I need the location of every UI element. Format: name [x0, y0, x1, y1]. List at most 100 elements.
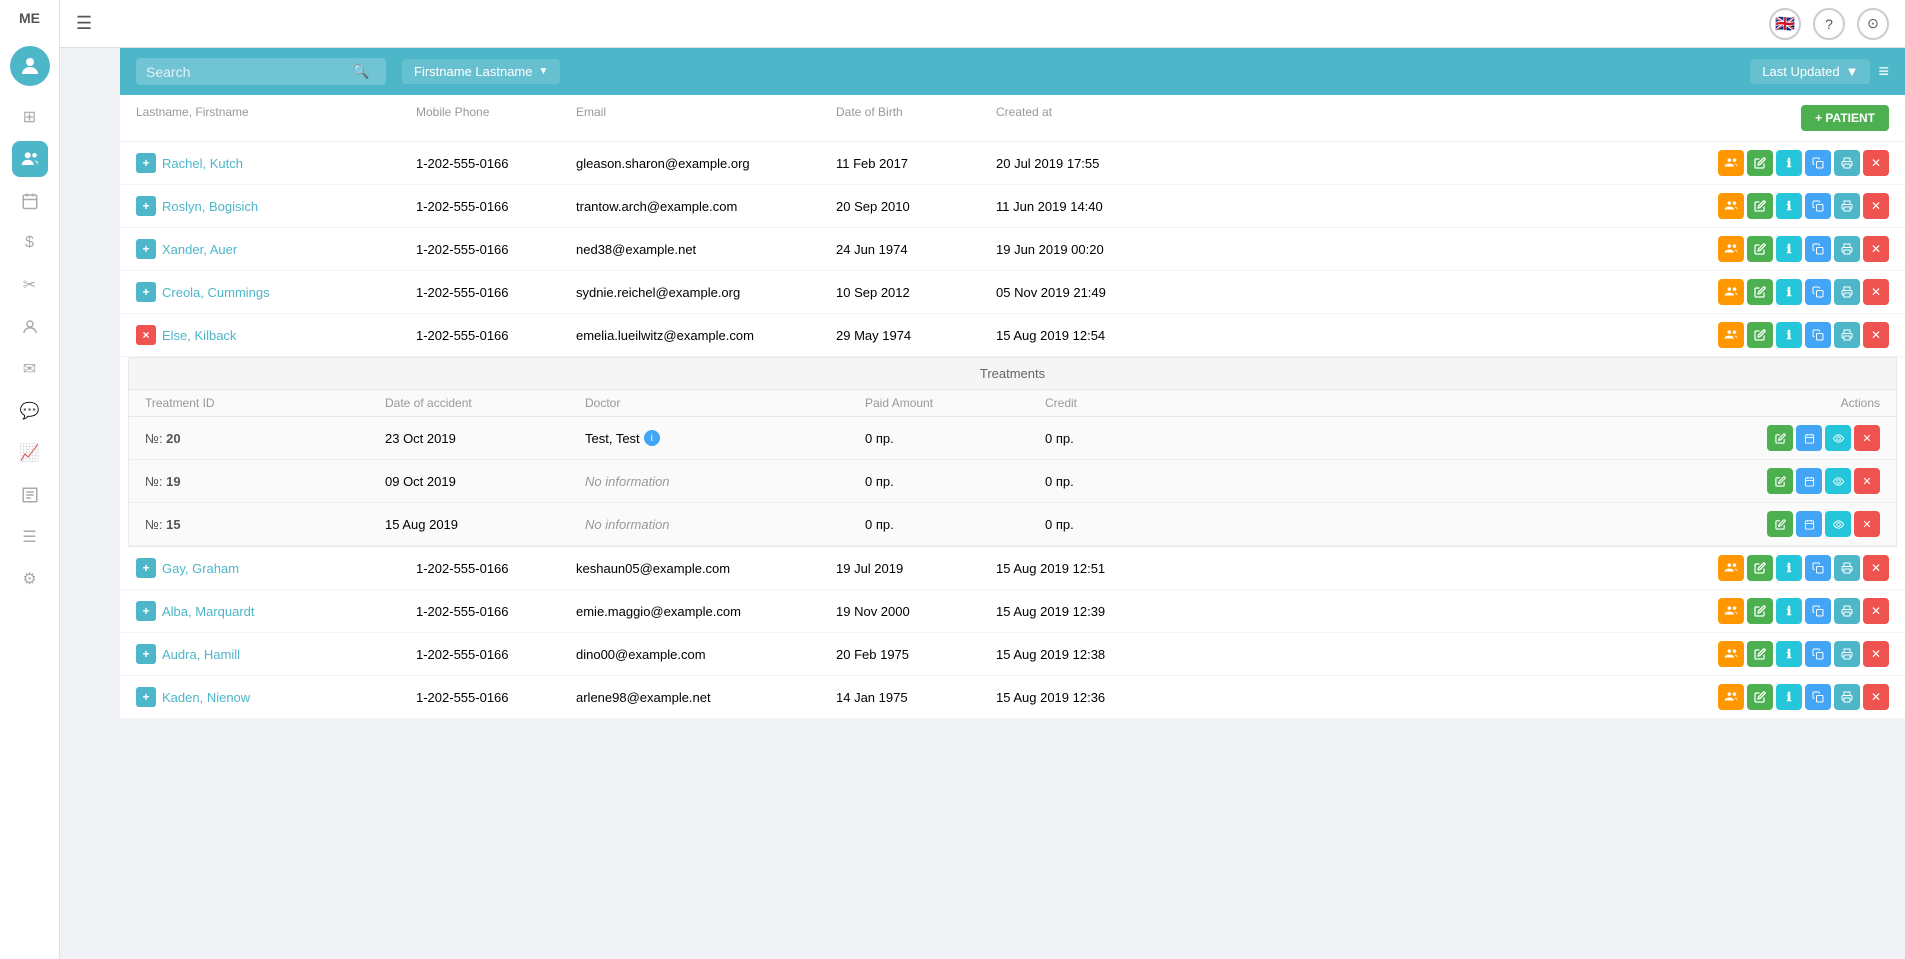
treatment-edit-button[interactable]	[1767, 511, 1793, 537]
info-button[interactable]: ℹ	[1776, 236, 1802, 262]
patient-name-link[interactable]: Creola, Cummings	[162, 285, 270, 300]
treatment-edit-button[interactable]	[1767, 468, 1793, 494]
treatment-view-button[interactable]	[1825, 425, 1851, 451]
print-button[interactable]	[1834, 322, 1860, 348]
expand-button[interactable]: +	[136, 239, 156, 259]
analytics-icon[interactable]: 📈	[12, 435, 48, 471]
filter-icon[interactable]: ≡	[1878, 61, 1889, 82]
billing-icon[interactable]: $	[12, 225, 48, 261]
expand-button[interactable]: +	[136, 558, 156, 578]
edit-button[interactable]	[1747, 641, 1773, 667]
add-patient-button[interactable]: + PATIENT	[1801, 105, 1889, 131]
group-button[interactable]	[1718, 193, 1744, 219]
treatment-delete-button[interactable]: ✕	[1854, 425, 1880, 451]
language-button[interactable]: 🇬🇧	[1769, 8, 1801, 40]
delete-button[interactable]: ✕	[1863, 684, 1889, 710]
patient-name-link[interactable]: Kaden, Nienow	[162, 690, 250, 705]
treatment-calendar-button[interactable]	[1796, 511, 1822, 537]
edit-button[interactable]	[1747, 236, 1773, 262]
treatment-delete-button[interactable]: ✕	[1854, 468, 1880, 494]
info-button[interactable]: ℹ	[1776, 641, 1802, 667]
delete-button[interactable]: ✕	[1863, 150, 1889, 176]
info-button[interactable]: ℹ	[1776, 684, 1802, 710]
search-input[interactable]	[146, 64, 346, 80]
info-button[interactable]: ℹ	[1776, 555, 1802, 581]
info-button[interactable]: ℹ	[1776, 279, 1802, 305]
group-button[interactable]	[1718, 236, 1744, 262]
print-button[interactable]	[1834, 279, 1860, 305]
last-updated-dropdown[interactable]: Last Updated ▼	[1750, 59, 1870, 84]
print-button[interactable]	[1834, 641, 1860, 667]
calendar-icon[interactable]	[12, 183, 48, 219]
edit-button[interactable]	[1747, 150, 1773, 176]
treatment-view-button[interactable]	[1825, 511, 1851, 537]
profile-icon[interactable]	[12, 309, 48, 345]
print-button[interactable]	[1834, 236, 1860, 262]
print-button[interactable]	[1834, 555, 1860, 581]
patient-name-link[interactable]: Alba, Marquardt	[162, 604, 255, 619]
expand-button[interactable]: +	[136, 196, 156, 216]
patients-icon[interactable]	[12, 141, 48, 177]
copy-button[interactable]	[1805, 193, 1831, 219]
edit-button[interactable]	[1747, 555, 1773, 581]
group-button[interactable]	[1718, 150, 1744, 176]
edit-button[interactable]	[1747, 279, 1773, 305]
print-button[interactable]	[1834, 598, 1860, 624]
patient-name-link[interactable]: Xander, Auer	[162, 242, 237, 257]
edit-button[interactable]	[1747, 684, 1773, 710]
delete-button[interactable]: ✕	[1863, 555, 1889, 581]
copy-button[interactable]	[1805, 598, 1831, 624]
print-button[interactable]	[1834, 150, 1860, 176]
group-button[interactable]	[1718, 641, 1744, 667]
delete-button[interactable]: ✕	[1863, 193, 1889, 219]
expand-button[interactable]: +	[136, 153, 156, 173]
list-icon[interactable]: ☰	[12, 519, 48, 555]
treatment-calendar-button[interactable]	[1796, 468, 1822, 494]
expand-button[interactable]: +	[136, 687, 156, 707]
group-button[interactable]	[1718, 279, 1744, 305]
dashboard-icon[interactable]: ⊞	[12, 99, 48, 135]
copy-button[interactable]	[1805, 279, 1831, 305]
doctor-info-icon[interactable]: i	[644, 430, 660, 446]
treatment-calendar-button[interactable]	[1796, 425, 1822, 451]
patient-name-link[interactable]: Gay, Graham	[162, 561, 239, 576]
treatment-view-button[interactable]	[1825, 468, 1851, 494]
expand-button[interactable]: +	[136, 282, 156, 302]
reports-icon[interactable]	[12, 477, 48, 513]
patient-name-link[interactable]: Audra, Hamill	[162, 647, 240, 662]
patient-name-link[interactable]: Rachel, Kutch	[162, 156, 243, 171]
sort-dropdown[interactable]: Firstname Lastname ▼	[402, 59, 560, 84]
chat-icon[interactable]: 💬	[12, 393, 48, 429]
settings-icon[interactable]: ⚙	[12, 561, 48, 597]
patient-name-link[interactable]: Else, Kilback	[162, 328, 236, 343]
mail-icon[interactable]: ✉	[12, 351, 48, 387]
copy-button[interactable]	[1805, 150, 1831, 176]
info-button[interactable]: ℹ	[1776, 322, 1802, 348]
info-button[interactable]: ℹ	[1776, 598, 1802, 624]
expand-button[interactable]: +	[136, 644, 156, 664]
group-button[interactable]	[1718, 555, 1744, 581]
group-button[interactable]	[1718, 598, 1744, 624]
copy-button[interactable]	[1805, 236, 1831, 262]
delete-button[interactable]: ✕	[1863, 279, 1889, 305]
print-button[interactable]	[1834, 684, 1860, 710]
hamburger-button[interactable]: ☰	[76, 13, 92, 34]
patient-name-link[interactable]: Roslyn, Bogisich	[162, 199, 258, 214]
copy-button[interactable]	[1805, 555, 1831, 581]
delete-button[interactable]: ✕	[1863, 598, 1889, 624]
expand-button[interactable]: ×	[136, 325, 156, 345]
edit-button[interactable]	[1747, 598, 1773, 624]
info-button[interactable]: ℹ	[1776, 193, 1802, 219]
treatment-delete-button[interactable]: ✕	[1854, 511, 1880, 537]
delete-button[interactable]: ✕	[1863, 641, 1889, 667]
delete-button[interactable]: ✕	[1863, 236, 1889, 262]
info-button[interactable]: ℹ	[1776, 150, 1802, 176]
print-button[interactable]	[1834, 193, 1860, 219]
group-button[interactable]	[1718, 322, 1744, 348]
group-button[interactable]	[1718, 684, 1744, 710]
scissors-icon[interactable]: ✂	[12, 267, 48, 303]
treatment-edit-button[interactable]	[1767, 425, 1793, 451]
copy-button[interactable]	[1805, 684, 1831, 710]
user-menu-button[interactable]: ⊙	[1857, 8, 1889, 40]
delete-button[interactable]: ✕	[1863, 322, 1889, 348]
